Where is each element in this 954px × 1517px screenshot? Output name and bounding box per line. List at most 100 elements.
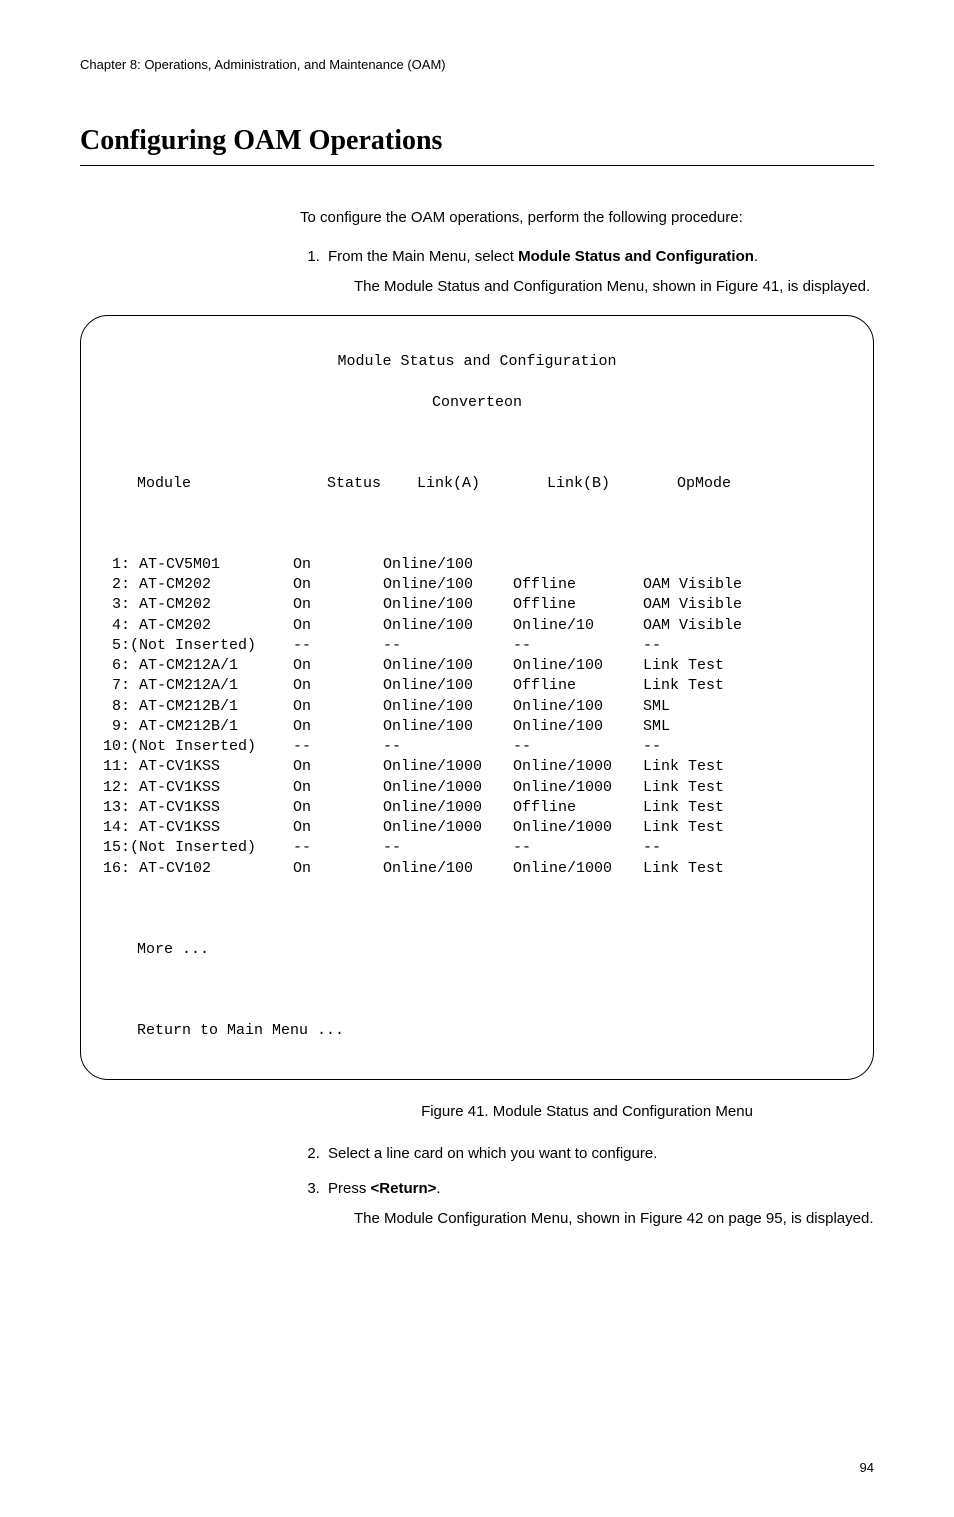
cell-linka: Online/100 [383,575,513,595]
step-1-text-a: From the Main Menu, select [328,248,518,265]
cell-module: 14: AT-CV1KSS [103,818,293,838]
cell-linkb [513,555,643,575]
cell-linka: -- [383,737,513,757]
procedure-list-cont: Select a line card on which you want to … [300,1144,874,1229]
terminal-row: 7: AT-CM212A/1OnOnline/100OfflineLink Te… [103,676,851,696]
cell-linkb: Online/10 [513,616,643,636]
step-1: From the Main Menu, select Module Status… [324,247,874,298]
terminal-row: 11: AT-CV1KSSOnOnline/1000Online/1000Lin… [103,757,851,777]
cell-opmode [643,555,851,575]
terminal-row: 5:(Not Inserted)-------- [103,636,851,656]
cell-opmode: SML [643,717,851,737]
terminal-title-2: Converteon [103,393,851,413]
terminal-row: 3: AT-CM202OnOnline/100OfflineOAM Visibl… [103,595,851,615]
cell-status: On [293,757,383,777]
cell-status: On [293,859,383,879]
terminal-row: 8: AT-CM212B/1OnOnline/100Online/100SML [103,697,851,717]
cell-linka: Online/1000 [383,798,513,818]
terminal-row: 15:(Not Inserted)-------- [103,838,851,858]
step-1-text-c: . [754,248,758,265]
cell-status: On [293,575,383,595]
cell-linkb: -- [513,838,643,858]
cell-opmode: -- [643,838,851,858]
cell-module: 10:(Not Inserted) [103,737,293,757]
cell-linka: Online/100 [383,697,513,717]
cell-opmode: -- [643,737,851,757]
cell-linka: Online/100 [383,595,513,615]
cell-module: 3: AT-CM202 [103,595,293,615]
cell-linka: Online/100 [383,616,513,636]
cell-status: On [293,555,383,575]
chapter-header: Chapter 8: Operations, Administration, a… [80,56,874,74]
cell-linka: Online/100 [383,555,513,575]
cell-module: 6: AT-CM212A/1 [103,656,293,676]
step-1-bold: Module Status and Configuration [518,248,754,265]
step-3-text-c: . [436,1180,440,1197]
terminal-row: 12: AT-CV1KSSOnOnline/1000Online/1000Lin… [103,778,851,798]
cell-module: 12: AT-CV1KSS [103,778,293,798]
terminal-title-1: Module Status and Configuration [103,352,851,372]
cell-opmode: Link Test [643,818,851,838]
terminal-row: 14: AT-CV1KSSOnOnline/1000Online/1000Lin… [103,818,851,838]
cell-linkb: Offline [513,575,643,595]
cell-linka: -- [383,838,513,858]
cell-linka: -- [383,636,513,656]
cell-status: On [293,717,383,737]
terminal-return: Return to Main Menu ... [103,1021,851,1041]
terminal-screen: Module Status and Configuration Converte… [80,315,874,1080]
terminal-row: 6: AT-CM212A/1OnOnline/100Online/100Link… [103,656,851,676]
cell-linkb: Offline [513,595,643,615]
cell-module: 11: AT-CV1KSS [103,757,293,777]
intro-paragraph: To configure the OAM operations, perform… [300,208,874,228]
terminal-row: 13: AT-CV1KSSOnOnline/1000OfflineLink Te… [103,798,851,818]
terminal-header-row: ModuleStatusLink(A)Link(B)OpMode [103,474,851,494]
cell-opmode: -- [643,636,851,656]
step-3: Press <Return>. The Module Configuration… [324,1179,874,1230]
col-linka: Link(A) [417,474,547,494]
title-rule [80,165,874,166]
cell-opmode: Link Test [643,757,851,777]
cell-linka: Online/100 [383,859,513,879]
cell-linkb: Online/1000 [513,818,643,838]
step-3-text-a: Press [328,1180,371,1197]
cell-opmode: SML [643,697,851,717]
terminal-blank [103,433,851,453]
cell-opmode: OAM Visible [643,595,851,615]
cell-linka: Online/1000 [383,818,513,838]
cell-linkb: Online/100 [513,717,643,737]
terminal-blank [103,899,851,919]
col-opmode: OpMode [677,474,851,494]
terminal-blank [103,980,851,1000]
terminal-row: 2: AT-CM202OnOnline/100OfflineOAM Visibl… [103,575,851,595]
cell-module: 8: AT-CM212B/1 [103,697,293,717]
cell-linkb: Offline [513,676,643,696]
cell-opmode: Link Test [643,798,851,818]
cell-status: On [293,798,383,818]
cell-module: 13: AT-CV1KSS [103,798,293,818]
intro-block: To configure the OAM operations, perform… [300,208,874,297]
cell-linkb: -- [513,636,643,656]
terminal-row: 10:(Not Inserted)-------- [103,737,851,757]
step-3-result: The Module Configuration Menu, shown in … [354,1209,874,1229]
cell-linkb: Online/100 [513,656,643,676]
cell-status: On [293,778,383,798]
cell-linkb: Online/100 [513,697,643,717]
cell-status: On [293,595,383,615]
cell-module: 15:(Not Inserted) [103,838,293,858]
cell-module: 7: AT-CM212A/1 [103,676,293,696]
cell-linkb: Online/1000 [513,859,643,879]
page-number: 94 [80,1459,874,1477]
terminal-blank [103,514,851,534]
section-title: Configuring OAM Operations [80,122,874,160]
cell-module: 9: AT-CM212B/1 [103,717,293,737]
cell-linkb: -- [513,737,643,757]
cell-status: -- [293,838,383,858]
after-terminal-block: Figure 41. Module Status and Configurati… [300,1102,874,1229]
cell-linka: Online/1000 [383,778,513,798]
step-2-text: Select a line card on which you want to … [328,1145,657,1162]
cell-module: 16: AT-CV102 [103,859,293,879]
terminal-row: 16: AT-CV102OnOnline/100Online/1000Link … [103,859,851,879]
cell-opmode: OAM Visible [643,575,851,595]
cell-opmode: Link Test [643,656,851,676]
terminal-row: 4: AT-CM202OnOnline/100Online/10OAM Visi… [103,616,851,636]
